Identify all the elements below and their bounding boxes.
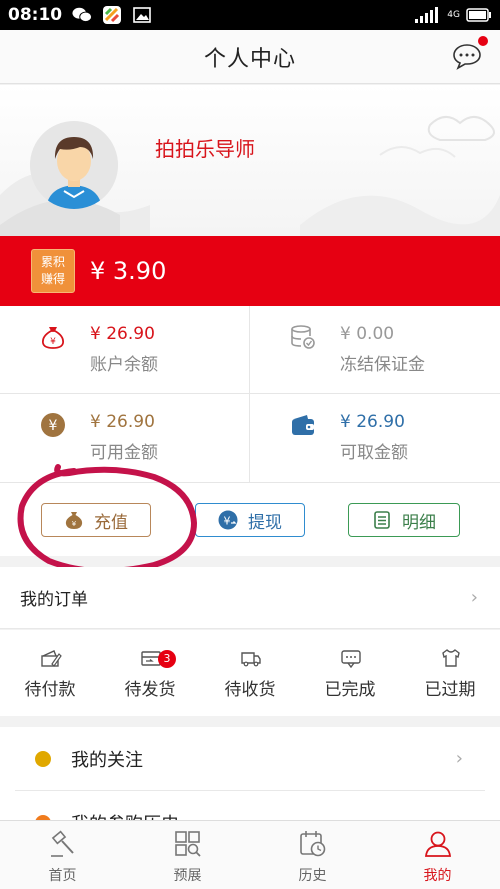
order-pending-shipment-label: 待发货 <box>124 680 176 700</box>
my-orders-row[interactable]: 我的订单 › <box>0 567 500 629</box>
available-amount: ¥ 26.90 <box>90 412 155 432</box>
bottom-tab-bar: 首页 预展 历史 我的 <box>0 820 500 889</box>
top-header: 个人中心 <box>0 30 500 84</box>
list-document-icon <box>374 511 390 529</box>
status-time: 08:10 <box>8 5 63 25</box>
withdraw-label: 提现 <box>248 512 282 533</box>
page-title: 个人中心 <box>203 46 296 72</box>
order-completed-label: 已完成 <box>324 680 376 700</box>
calendar-clock-icon <box>300 831 326 857</box>
balance-grid: ¥ ¥ 26.90 账户余额 ¥ 0.00 冻结保证金 ¥ ¥ 26.90 可用… <box>0 306 500 482</box>
tab-mine-label: 我的 <box>423 868 452 884</box>
withdrawable-amount: ¥ 26.90 <box>340 412 405 432</box>
detail-button[interactable]: 明细 <box>348 503 460 537</box>
pending-shipment-badge: 3 <box>158 650 176 668</box>
tab-mine[interactable]: 我的 <box>375 821 500 889</box>
order-pending-shipment[interactable]: 3 待发货 <box>100 630 200 716</box>
tab-preview-label: 预展 <box>173 868 202 884</box>
account-balance-amount: ¥ 26.90 <box>90 324 155 344</box>
account-balance-label: 账户余额 <box>90 355 158 375</box>
order-status-row: 待付款 3 待发货 待收货 已完成 已过期 <box>0 630 500 716</box>
status-bar: 08:10 4G <box>0 0 500 30</box>
frozen-deposit-label: 冻结保证金 <box>340 355 425 375</box>
order-pending-receipt-label: 待收货 <box>224 680 276 700</box>
earned-bar: 累积 赚得 ¥ 3.90 <box>0 236 500 306</box>
battery-icon <box>466 8 491 22</box>
notification-dot <box>478 36 488 46</box>
profile-section: 拍拍乐导师 <box>0 85 500 236</box>
wallet-icon <box>292 415 314 435</box>
svg-text:¥: ¥ <box>50 337 56 347</box>
tab-history[interactable]: 历史 <box>250 821 375 889</box>
detail-label: 明细 <box>402 512 436 533</box>
money-bag-icon: ¥ <box>42 327 64 349</box>
tab-home-label: 首页 <box>48 868 77 884</box>
payment-edit-icon <box>41 650 62 667</box>
user-icon <box>425 831 451 857</box>
withdraw-button[interactable]: ¥ 提现 <box>195 503 305 537</box>
earned-badge-line1: 累积 <box>40 255 65 269</box>
tab-home[interactable]: 首页 <box>0 821 125 889</box>
my-orders-title: 我的订单 <box>20 590 88 610</box>
avatar[interactable] <box>30 121 118 209</box>
balance-withdrawable[interactable]: ¥ 26.90 可取金额 <box>250 394 500 482</box>
network-type: 4G <box>447 9 460 20</box>
chevron-right-icon: › <box>455 748 463 769</box>
tab-history-label: 历史 <box>298 868 327 884</box>
app-colorful-icon <box>102 6 122 24</box>
username: 拍拍乐导师 <box>155 137 255 161</box>
chat-bubble-icon <box>453 44 481 70</box>
earned-badge: 累积 赚得 <box>31 249 75 293</box>
highlight-circle-annotation <box>17 464 198 575</box>
chevron-right-icon: › <box>470 587 478 608</box>
messages-button[interactable] <box>452 36 488 70</box>
message-box-icon <box>341 650 361 668</box>
order-expired-label: 已过期 <box>424 680 476 700</box>
svg-text:¥: ¥ <box>49 418 58 434</box>
wechat-icon <box>72 6 93 24</box>
tab-preview[interactable]: 预展 <box>125 821 250 889</box>
list-item-my-follows[interactable]: 我的关注 › <box>15 727 485 791</box>
user-avatar-icon <box>30 121 118 209</box>
grid-search-icon <box>175 831 201 857</box>
svg-text:¥: ¥ <box>224 515 231 528</box>
yellow-dot-icon <box>35 750 51 767</box>
earned-badge-line2: 赚得 <box>40 272 65 286</box>
yen-exchange-icon: ¥ <box>218 510 238 530</box>
yen-coin-icon: ¥ <box>41 413 65 437</box>
frozen-deposit-amount: ¥ 0.00 <box>340 324 395 344</box>
my-follows-label: 我的关注 <box>71 749 143 771</box>
order-pending-receipt[interactable]: 待收货 <box>200 630 300 716</box>
withdrawable-label: 可取金额 <box>340 443 408 463</box>
signal-icon <box>415 7 439 23</box>
balance-frozen[interactable]: ¥ 0.00 冻结保证金 <box>250 306 500 394</box>
delivery-truck-icon <box>241 652 261 667</box>
image-icon <box>132 6 152 24</box>
balance-account[interactable]: ¥ ¥ 26.90 账户余额 <box>0 306 250 394</box>
order-pending-payment[interactable]: 待付款 <box>0 630 100 716</box>
order-expired[interactable]: 已过期 <box>400 630 500 716</box>
database-icon <box>291 325 315 349</box>
earned-amount: ¥ 3.90 <box>90 257 167 285</box>
gavel-icon <box>51 830 74 857</box>
shirt-icon <box>442 649 460 667</box>
order-completed[interactable]: 已完成 <box>300 630 400 716</box>
available-label: 可用金额 <box>90 443 158 463</box>
order-pending-payment-label: 待付款 <box>24 680 76 700</box>
